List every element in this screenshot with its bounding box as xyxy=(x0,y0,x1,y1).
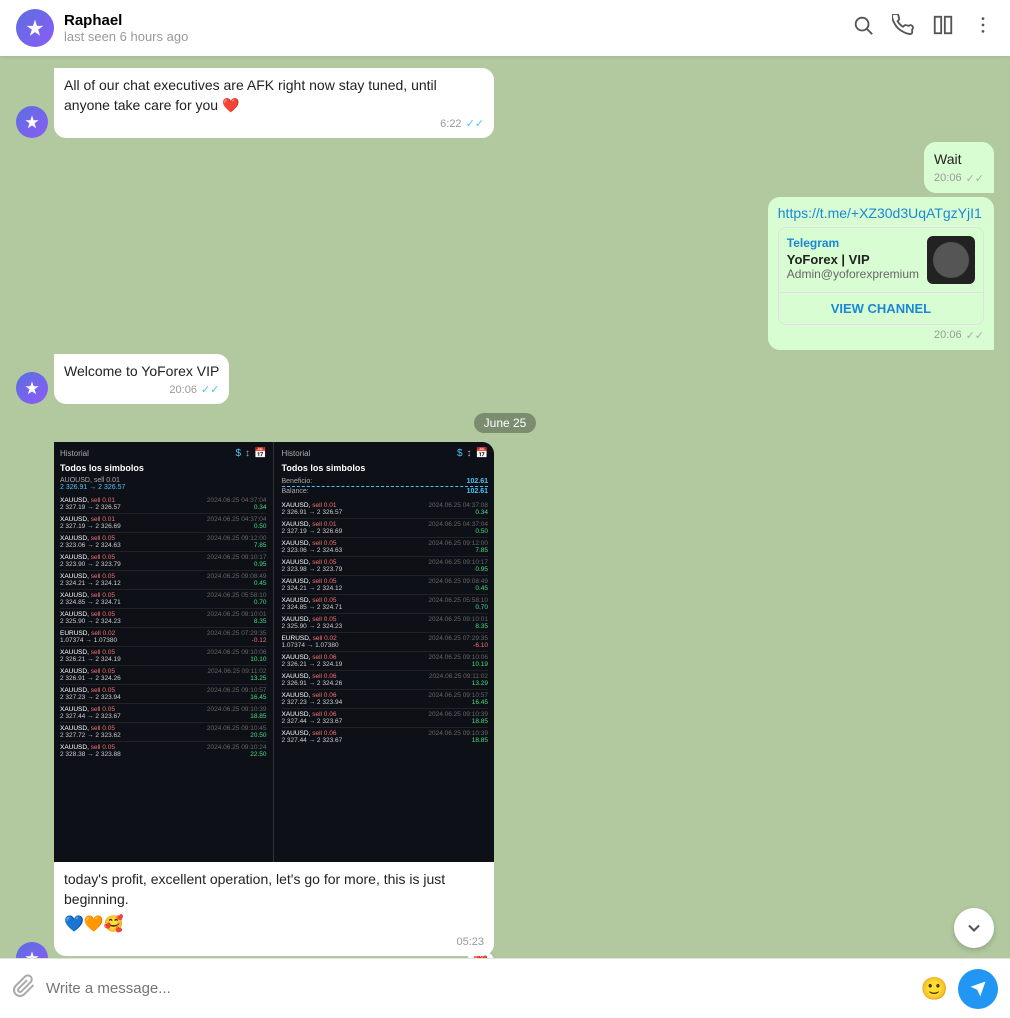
call-icon[interactable] xyxy=(892,14,914,42)
message-row: Welcome to YoForex VIP 20:06 ✓✓ xyxy=(16,354,994,405)
message-row: https://t.me/+XZ30d3UqATgzYjI1 Telegram … xyxy=(16,197,994,350)
link-preview-image xyxy=(927,236,975,284)
link-preview-inner: Telegram YoForex | VIP Admin@yoforexprem… xyxy=(779,228,983,292)
date-divider: June 25 xyxy=(16,414,994,432)
message-row: Wait 20:06 ✓✓ xyxy=(16,142,994,193)
message-time: 6:22 xyxy=(440,118,461,130)
panel-header: Historial $ ↕ 📅 xyxy=(60,448,267,459)
link-preview-title: YoForex | VIP xyxy=(787,252,919,267)
message-bubble: Historial $ ↕ 📅 Todos los simbolos AUOUS… xyxy=(54,442,494,955)
message-time: 20:06 xyxy=(169,384,197,396)
link-preview-source: Telegram xyxy=(787,236,919,250)
read-receipt-icon: ✓✓ xyxy=(201,383,219,396)
message-bubble: Welcome to YoForex VIP 20:06 ✓✓ xyxy=(54,354,229,405)
link-preview-info: Telegram YoForex | VIP Admin@yoforexprem… xyxy=(787,236,919,281)
sender-avatar xyxy=(16,942,48,958)
sender-avatar xyxy=(16,106,48,138)
trade-list-left: XAUUSD, sell 0.012 327.19 → 2 326.57 202… xyxy=(60,495,267,760)
account-info: AUOUSD, sell 0.012 326.91 → 2 326.57 xyxy=(60,477,267,491)
date-label: June 25 xyxy=(474,413,537,433)
input-bar: 🙂 xyxy=(0,958,1010,1018)
link-preview-subtitle: Admin@yoforexpremium xyxy=(787,267,919,281)
message-bubble: All of our chat executives are AFK right… xyxy=(54,68,494,138)
contact-name: Raphael xyxy=(64,12,852,29)
contact-avatar xyxy=(16,9,54,47)
chat-header: Raphael last seen 6 hours ago xyxy=(0,0,1010,56)
emoji-reactions: 💙🧡🥰 xyxy=(64,914,484,934)
message-time: 20:06 xyxy=(934,172,962,184)
message-meta: 20:06 ✓✓ xyxy=(934,172,984,185)
header-actions xyxy=(852,14,994,42)
link-text[interactable]: https://t.me/+XZ30d3UqATgzYjI1 xyxy=(778,205,984,221)
profit-summary: Beneficio:102.61 Balance:102.61 xyxy=(282,477,489,496)
message-meta: 20:06 ✓✓ xyxy=(778,329,984,342)
panel-title: Todos los simbolos xyxy=(60,463,267,473)
view-channel-button[interactable]: VIEW CHANNEL xyxy=(779,292,983,324)
attach-icon[interactable] xyxy=(12,974,36,1004)
message-text: Wait xyxy=(934,150,984,170)
message-row: Historial $ ↕ 📅 Todos los simbolos AUOUS… xyxy=(16,442,994,958)
message-time: 20:06 xyxy=(934,329,962,341)
trading-panel-left: Historial $ ↕ 📅 Todos los simbolos AUOUS… xyxy=(54,442,274,862)
chat-area: All of our chat executives are AFK right… xyxy=(0,56,1010,958)
read-receipt-icon: ✓✓ xyxy=(966,172,984,185)
channel-logo xyxy=(933,242,969,278)
trading-panel-right: Historial $ ↕ 📅 Todos los simbolos Benef… xyxy=(276,442,495,862)
image-caption: today's profit, excellent operation, let… xyxy=(54,862,494,955)
read-receipt-icon: ✓✓ xyxy=(966,329,984,342)
message-meta: 6:22 ✓✓ xyxy=(64,117,484,130)
message-bubble: https://t.me/+XZ30d3UqATgzYjI1 Telegram … xyxy=(768,197,994,350)
message-text: All of our chat executives are AFK right… xyxy=(64,76,484,115)
search-icon[interactable] xyxy=(852,14,874,42)
emoji-button[interactable]: 🙂 xyxy=(921,976,948,1002)
send-button[interactable] xyxy=(958,969,998,1009)
message-row: All of our chat executives are AFK right… xyxy=(16,68,994,138)
column-view-icon[interactable] xyxy=(932,14,954,42)
message-input[interactable] xyxy=(46,980,911,997)
message-time: 05:23 xyxy=(456,936,484,948)
read-receipt-icon: ✓✓ xyxy=(466,117,484,130)
trade-list-right: XAUUSD, sell 0.012 326.91 → 2 326.57 202… xyxy=(282,500,489,746)
sender-avatar xyxy=(16,372,48,404)
panel-title-right: Todos los simbolos xyxy=(282,463,489,473)
message-bubble: Wait 20:06 ✓✓ xyxy=(924,142,994,193)
contact-info: Raphael last seen 6 hours ago xyxy=(64,12,852,44)
link-preview: Telegram YoForex | VIP Admin@yoforexprem… xyxy=(778,227,984,325)
more-options-icon[interactable] xyxy=(972,14,994,42)
trading-image: Historial $ ↕ 📅 Todos los simbolos AUOUS… xyxy=(54,442,494,862)
message-meta: 05:23 xyxy=(64,936,484,948)
caption-text: today's profit, excellent operation, let… xyxy=(64,870,484,909)
contact-status: last seen 6 hours ago xyxy=(64,29,852,44)
panel-header: Historial $ ↕ 📅 xyxy=(282,448,489,459)
scroll-down-button[interactable] xyxy=(954,908,994,948)
message-text: Welcome to YoForex VIP xyxy=(64,362,219,382)
message-meta: 20:06 ✓✓ xyxy=(64,383,219,396)
